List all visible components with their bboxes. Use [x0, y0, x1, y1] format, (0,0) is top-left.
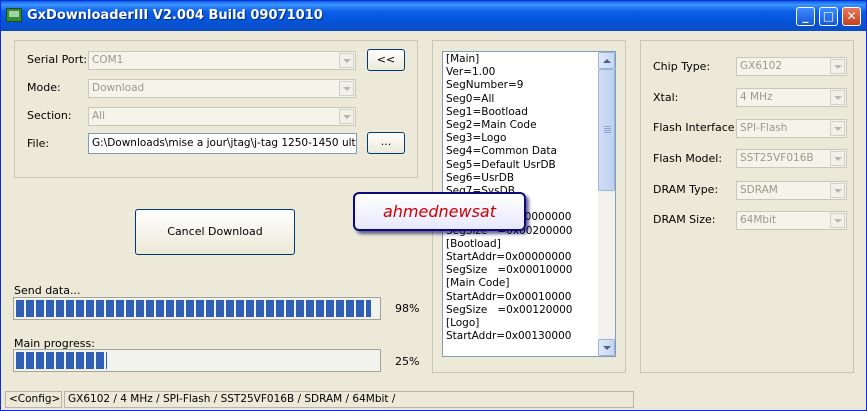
send-data-percent: 98% — [395, 302, 420, 315]
xtal-value: 4 MHz — [740, 91, 773, 103]
status-bar: <Config> GX6102 / 4 MHz / SPI-Flash / SS… — [1, 389, 866, 410]
chevron-down-icon — [830, 151, 845, 166]
flash-model-value: SST25VF016B — [740, 152, 814, 164]
file-label: File: — [27, 137, 50, 150]
title-bar[interactable]: GxDownloaderIII V2.004 Build 09071010 _ … — [1, 1, 866, 31]
serial-port-label: Serial Port: — [27, 53, 88, 66]
cancel-download-button[interactable]: Cancel Download — [135, 209, 295, 255]
settings-panel: Serial Port: COM1 << Mode: Download Sect… — [14, 40, 418, 178]
config-line: [Logo] — [446, 317, 480, 330]
config-line: Seg6=UsrDB — [446, 171, 515, 184]
section-value: All — [92, 110, 106, 122]
main-progress-fill — [16, 352, 107, 369]
xtal-label: Xtal: — [653, 91, 679, 104]
config-line: Ver=1.00 — [446, 66, 496, 79]
flash-interface-value: SPI-Flash — [740, 122, 788, 134]
cancel-download-label: Cancel Download — [167, 225, 263, 238]
chevron-down-icon — [339, 81, 354, 96]
config-scrollbar[interactable] — [598, 52, 615, 356]
minimize-button[interactable]: _ — [796, 7, 815, 26]
xtal-select[interactable]: 4 MHz — [736, 88, 847, 107]
dram-size-value: 64Mbit — [740, 214, 777, 226]
config-line: SegSize =0x00120000 — [446, 303, 573, 316]
dram-size-label: DRAM Size: — [653, 213, 716, 226]
config-line: [Main Code] — [446, 277, 510, 290]
mode-value: Download — [92, 82, 145, 94]
chip-settings-panel: Chip Type: GX6102 Xtal: 4 MHz Flash Inte… — [640, 40, 854, 373]
maximize-button[interactable]: □ — [819, 7, 838, 26]
chevron-down-icon — [830, 213, 845, 228]
main-window: GxDownloaderIII V2.004 Build 09071010 _ … — [0, 0, 867, 411]
chevron-down-icon — [830, 59, 845, 74]
mode-label: Mode: — [27, 81, 61, 94]
browse-file-button[interactable]: ... — [367, 132, 405, 154]
mode-select[interactable]: Download — [88, 79, 356, 98]
chevron-down-icon — [830, 90, 845, 105]
serial-port-value: COM1 — [92, 54, 124, 66]
section-label: Section: — [27, 109, 72, 122]
chip-type-label: Chip Type: — [653, 60, 711, 73]
config-line: Seg5=Default UsrDB — [446, 158, 556, 171]
port-refresh-button[interactable]: << — [367, 49, 405, 71]
serial-port-select[interactable]: COM1 — [88, 51, 356, 70]
dram-type-value: SDRAM — [740, 184, 778, 196]
close-icon: ✕ — [846, 9, 857, 23]
file-path-field[interactable]: G:\Downloads\mise a jour\jtag\j-tag 1250… — [88, 133, 357, 154]
config-line: Seg2=Main Code — [446, 119, 537, 132]
send-data-label: Send data... — [14, 284, 81, 297]
config-line: SegSize =0x00010000 — [446, 264, 573, 277]
config-line: StartAddr=0x00000000 — [446, 251, 572, 264]
chevron-down-icon — [830, 183, 845, 198]
status-summary: GX6102 / 4 MHz / SPI-Flash / SST25VF016B… — [64, 391, 634, 408]
window-title: GxDownloaderIII V2.004 Build 09071010 — [27, 8, 323, 23]
chevron-down-icon — [339, 109, 354, 124]
dram-type-label: DRAM Type: — [653, 183, 719, 196]
flash-model-label: Flash Model: — [653, 152, 723, 165]
flash-model-select[interactable]: SST25VF016B — [736, 149, 847, 168]
config-line: [Bootload] — [446, 237, 501, 250]
maximize-icon: □ — [822, 9, 835, 23]
grip-icon — [604, 126, 611, 134]
dram-size-select[interactable]: 64Mbit — [736, 211, 847, 230]
scroll-down-button[interactable] — [598, 339, 615, 356]
chevron-down-icon — [830, 121, 845, 136]
dram-type-select[interactable]: SDRAM — [736, 181, 847, 200]
chip-type-value: GX6102 — [740, 60, 783, 72]
main-progress-bar — [13, 349, 381, 372]
app-icon — [6, 8, 22, 22]
config-line: SegNumber=9 — [446, 79, 524, 92]
section-select[interactable]: All — [88, 107, 356, 126]
scroll-up-button[interactable] — [598, 52, 615, 69]
flash-interface-select[interactable]: SPI-Flash — [736, 119, 847, 138]
chevron-down-icon — [339, 53, 354, 68]
main-progress-percent: 25% — [395, 355, 420, 368]
watermark-badge: ahmednewsat — [353, 192, 526, 231]
config-line: Seg3=Logo — [446, 132, 507, 145]
status-config-tag: <Config> — [5, 391, 62, 408]
send-data-progress-fill — [16, 300, 371, 317]
close-button[interactable]: ✕ — [842, 7, 861, 26]
config-line: StartAddr=0x00130000 — [446, 330, 572, 343]
minimize-icon: _ — [802, 9, 809, 23]
config-line: Seg4=Common Data — [446, 145, 557, 158]
config-line: [Main] — [446, 53, 480, 65]
config-line: Seg1=Bootload — [446, 105, 528, 118]
send-data-progress — [13, 297, 381, 320]
config-line: Seg0=All — [446, 92, 495, 105]
chip-type-select[interactable]: GX6102 — [736, 57, 847, 76]
config-line: StartAddr=0x00010000 — [446, 290, 572, 303]
flash-interface-label: Flash Interface: — [653, 121, 739, 134]
scroll-thumb[interactable] — [598, 69, 615, 191]
